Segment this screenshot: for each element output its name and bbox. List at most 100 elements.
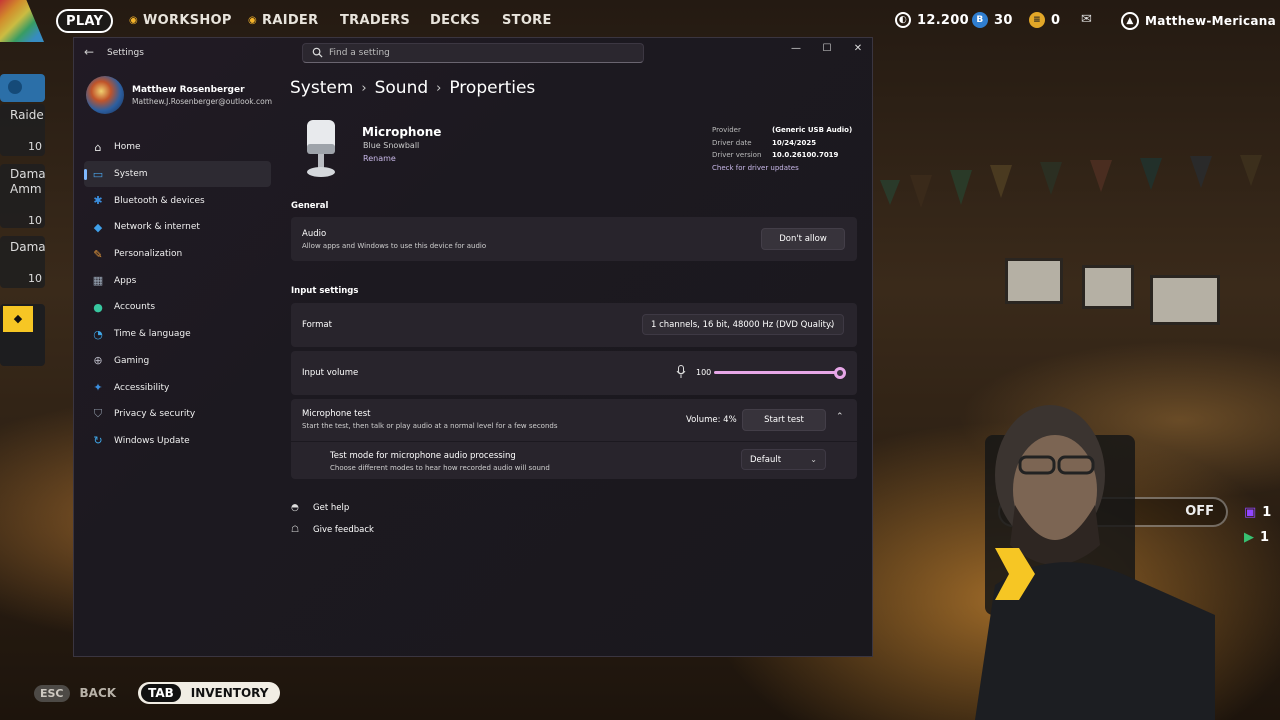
sidebar-item-home[interactable]: ⌂ Home — [84, 134, 271, 161]
bunting-decoration — [880, 155, 1262, 208]
bottom-bar: ESC BACK TAB INVENTORY — [34, 682, 281, 704]
mictest-title: Microphone test — [302, 409, 371, 419]
dont-allow-button[interactable]: Don't allow — [761, 228, 845, 250]
format-dropdown[interactable]: 1 channels, 16 bit, 48000 Hz (DVD Qualit… — [642, 314, 844, 335]
chevron-right-icon: › — [436, 80, 442, 96]
back-arrow-icon[interactable]: ← — [84, 45, 94, 59]
diamond-icon: ◆ — [3, 306, 33, 332]
left-card[interactable]: Dama Amm 10 — [0, 164, 46, 228]
driver-date-value: 10/24/2025 — [772, 138, 817, 147]
audio-row: Audio Allow apps and Windows to use this… — [291, 217, 857, 261]
left-card-count: 10 — [28, 272, 42, 285]
esc-key: ESC — [34, 684, 70, 702]
chevron-down-icon: ⌄ — [828, 320, 835, 329]
accounts-icon: ● — [93, 300, 103, 314]
nav-store-label: STORE — [502, 13, 552, 28]
driver-info: Provider (Generic USB Audio) Driver date 1… — [712, 126, 852, 172]
left-card-yellow[interactable]: ◆ — [0, 304, 45, 366]
sidebar-item-network-internet[interactable]: ◆ Network & internet — [84, 214, 271, 241]
left-card-title: Raide — [10, 108, 44, 122]
sidebar-item-time-language[interactable]: ◔ Time & language — [84, 321, 271, 348]
testmode-subtitle: Choose different modes to hear how recor… — [330, 464, 550, 472]
cred-value: 0 — [1051, 12, 1061, 28]
rename-link[interactable]: Rename — [363, 154, 396, 163]
play-icon: ▶ — [1244, 530, 1254, 545]
left-card-header — [0, 74, 45, 102]
shield-icon: ⛉ — [93, 407, 103, 421]
network-icon: ◆ — [93, 220, 103, 234]
inventory-button[interactable]: TAB INVENTORY — [138, 682, 281, 704]
sidebar-item-personalization[interactable]: ✎ Personalization — [84, 241, 271, 268]
feedback-icon: ☖ — [291, 525, 300, 535]
left-card-title: Dama Amm — [10, 167, 46, 196]
device-header: Microphone Blue Snowball Rename Provider… — [290, 120, 860, 185]
profile-button[interactable]: ▲ Matthew-Mericana — [1121, 12, 1276, 30]
play-button[interactable]: PLAY — [56, 9, 114, 33]
time-language-icon: ◔ — [93, 327, 103, 341]
sidebar-item-label: Time & language — [114, 329, 191, 340]
twitch-icon: ▣ — [1244, 505, 1257, 520]
sidebar-item-system[interactable]: ▭ System — [84, 160, 271, 188]
start-test-button[interactable]: Start test — [742, 409, 826, 431]
nav-raider[interactable]: ◉ RAIDER — [248, 13, 318, 28]
testmode-dropdown[interactable]: Default ⌄ — [741, 449, 826, 470]
sidebar-item-windows-update[interactable]: ↻ Windows Update — [84, 428, 271, 455]
microphone-icon[interactable] — [676, 365, 686, 379]
stat-1: 1 — [1262, 505, 1272, 520]
input-volume-label: Input volume — [302, 368, 359, 378]
volume-slider-track[interactable] — [714, 371, 840, 374]
dot-icon: ◉ — [248, 15, 258, 26]
breadcrumb-system[interactable]: System — [290, 78, 353, 98]
mail-button[interactable]: ✉ — [1081, 12, 1092, 27]
crt-monitor — [1082, 265, 1134, 309]
driver-date-label: Driver date — [712, 138, 752, 147]
cred-icon: ≡ — [1029, 12, 1045, 28]
divider — [291, 441, 857, 442]
back-button[interactable]: ESC BACK — [34, 684, 116, 702]
get-help-link[interactable]: ◓ Get help — [291, 503, 349, 513]
left-card[interactable]: Raide 10 — [0, 104, 45, 156]
driver-version-value: 10.0.26100.7019 — [772, 151, 839, 160]
sidebar-item-bluetooth-devices[interactable]: ✱ Bluetooth & devices — [84, 187, 271, 214]
sidebar-item-privacy-security[interactable]: ⛉ Privacy & security — [84, 401, 271, 428]
user-profile[interactable]: Matthew Rosenberger Matthew.J.Rosenberge… — [86, 76, 272, 114]
dot-icon: ◉ — [129, 15, 139, 26]
nav-traders-label: TRADERS — [340, 13, 411, 28]
nav-workshop[interactable]: ◉ WORKSHOP — [129, 13, 232, 28]
sidebar-item-label: Privacy & security — [114, 409, 196, 420]
driver-update-link[interactable]: Check for driver updates — [712, 164, 852, 172]
username: Matthew-Mericana — [1145, 14, 1277, 28]
crt-monitor — [1150, 275, 1220, 325]
tokens-value: 30 — [994, 12, 1013, 28]
provider-value: (Generic USB Audio) — [772, 126, 853, 134]
give-feedback-link[interactable]: ☖ Give feedback — [291, 525, 374, 535]
input-section-title: Input settings — [291, 286, 359, 296]
tab-key: TAB — [141, 684, 181, 702]
get-help-label: Get help — [313, 503, 350, 513]
coins-counter: ◐ 12.200 — [895, 12, 969, 28]
apps-icon: ▦ — [92, 274, 104, 288]
nav-decks[interactable]: DECKS — [430, 13, 480, 28]
sidebar-item-label: Accessibility — [114, 382, 170, 393]
audio-title: Audio — [302, 229, 327, 239]
sidebar-item-accounts[interactable]: ● Accounts — [84, 294, 271, 321]
left-card-count: 10 — [28, 140, 42, 153]
chevron-up-icon[interactable]: ⌃ — [836, 412, 844, 422]
rank-icon: ▲ — [1121, 12, 1139, 30]
sidebar-item-label: Windows Update — [114, 435, 190, 446]
volume-slider-thumb[interactable] — [834, 367, 846, 379]
nav-store[interactable]: STORE — [502, 13, 552, 28]
left-card[interactable]: Dama 10 — [0, 236, 46, 288]
audio-subtitle: Allow apps and Windows to use this devic… — [302, 242, 487, 250]
nav-workshop-label: WORKSHOP — [143, 13, 232, 28]
sidebar-item-accessibility[interactable]: ✦ Accessibility — [84, 374, 271, 401]
input-volume-row: Input volume 100 — [291, 351, 857, 395]
nav-traders[interactable]: TRADERS — [340, 13, 410, 28]
sidebar-item-apps[interactable]: ▦ Apps — [84, 267, 271, 294]
general-section-title: General — [291, 201, 329, 211]
crt-monitor — [1005, 258, 1063, 304]
microphone-icon — [307, 120, 335, 177]
testmode-title: Test mode for microphone audio processin… — [330, 451, 516, 461]
sidebar-item-gaming[interactable]: ⊕ Gaming — [84, 348, 271, 375]
breadcrumb-sound[interactable]: Sound — [375, 78, 429, 98]
